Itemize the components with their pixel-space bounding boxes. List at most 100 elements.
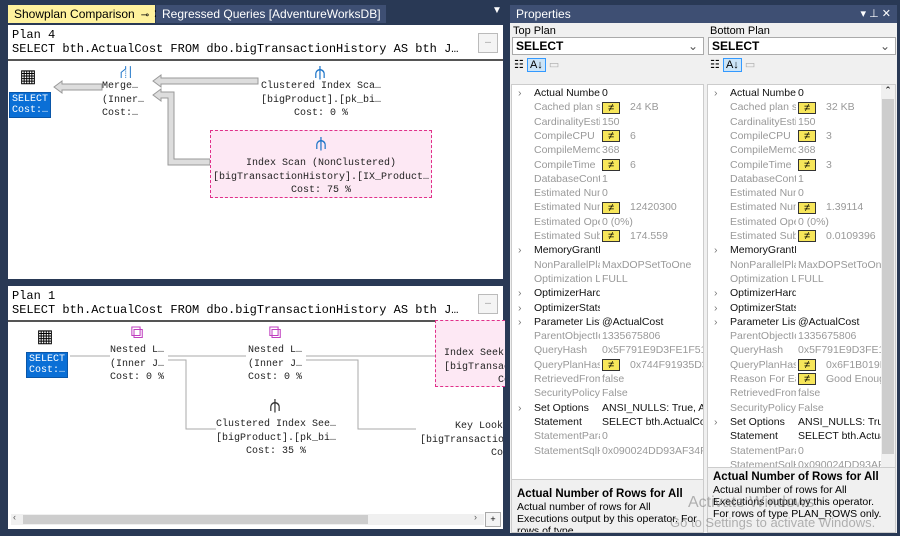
expand-chevron-icon[interactable]: › <box>714 86 718 100</box>
property-row[interactable]: CardinalityEstimationModelVersion150 <box>708 115 895 129</box>
property-name: SecurityPolicyApplied <box>534 387 600 400</box>
property-row[interactable]: › MemoryGrantInfo <box>512 243 703 257</box>
property-pages-icon[interactable]: ▭ <box>745 59 755 71</box>
property-row[interactable]: CompileTime ≠ 3 <box>708 158 895 172</box>
clustered-index-seek-node[interactable]: Clustered Index See… [bigProduct].[pk_bi…… <box>213 418 339 459</box>
categorized-icon[interactable]: ☷ <box>710 59 720 71</box>
property-row[interactable]: Estimated Subtree Cost≠174.559 <box>512 229 703 243</box>
property-row[interactable]: CardinalityEstimationModelVersion150 <box>512 115 703 129</box>
top-plan-label: Top Plan <box>513 25 556 37</box>
property-row[interactable]: Cached plan size≠32 KB <box>708 100 895 114</box>
property-row[interactable]: › Actual Number 0 <box>708 86 895 100</box>
property-row[interactable]: StatementParameterizationType0 <box>708 444 895 458</box>
top-plan-operator-select[interactable]: SELECT ⌄ <box>512 37 704 55</box>
index-scan-node[interactable]: ⫛ Index Scan (NonClustered) [bigTransacti… <box>210 130 432 198</box>
key-lookup-node[interactable]: Key Look [bigTransactio Co <box>420 420 503 461</box>
property-row[interactable]: SecurityPolicyAppliedFalse <box>708 401 895 415</box>
property-row[interactable]: RetrievedFromCachefalse <box>512 372 703 386</box>
expand-chevron-icon[interactable]: › <box>518 401 522 415</box>
property-row[interactable]: Estimated Number of Rows for All Executi… <box>512 200 703 214</box>
vertical-scrollbar[interactable]: ⌃ ⌄ <box>881 85 895 482</box>
expand-chevron-icon[interactable]: › <box>518 243 522 257</box>
zoom-button[interactable]: + <box>485 512 501 527</box>
pin-icon[interactable]: ⊥ <box>869 8 879 20</box>
property-row[interactable]: DatabaseContextSettingsId1 <box>708 172 895 186</box>
expand-chevron-icon[interactable]: › <box>518 86 522 100</box>
property-row[interactable]: Estimated Operator Cost0 (0%) <box>512 215 703 229</box>
property-row[interactable]: QueryPlanHash≠0x6F1B019D2 <box>708 358 895 372</box>
clustered-index-scan-node[interactable]: Clustered Index Sca… [bigProduct].[pk_bi…… <box>258 80 384 121</box>
property-name: Set Options <box>534 401 589 414</box>
property-row[interactable]: CompileTime ≠ 6 <box>512 158 703 172</box>
property-row[interactable]: QueryHash 0x5F791E9D3FE1F <box>708 343 895 357</box>
nested-loops-node[interactable]: Nested L… (Inner J… Cost: 0 % <box>110 344 164 385</box>
property-row[interactable]: › OptimizerHardwareDependentProperties <box>708 286 895 300</box>
alphabetical-icon[interactable]: A↓ <box>526 58 546 72</box>
tab-showplan-comparison[interactable]: Showplan Comparison⊸✕ <box>8 5 163 23</box>
alphabetical-icon[interactable]: A↓ <box>722 58 742 72</box>
expand-chevron-icon[interactable]: › <box>518 315 522 329</box>
select-node[interactable]: SELECT Cost:… <box>26 352 69 378</box>
property-row[interactable]: Estimated Operator Cost0 (0%) <box>708 215 895 229</box>
property-row[interactable]: StatementSqlHandle0x090024DD93AF34F9 <box>512 444 703 458</box>
property-row[interactable]: Optimization LevelFULL <box>708 272 895 286</box>
property-row[interactable]: › Set Options ANSI_NULLS: True <box>708 415 895 429</box>
property-row[interactable]: Estimated Subtree Cost≠0.0109396 <box>708 229 895 243</box>
expand-chevron-icon[interactable]: › <box>518 286 522 300</box>
expand-chevron-icon[interactable]: › <box>518 301 522 315</box>
pin-icon[interactable]: ⊸ <box>141 10 149 21</box>
property-row[interactable]: Estimated Number of Rows for All Executi… <box>708 200 895 214</box>
index-seek-node[interactable]: Index Seek[bigTransacCo <box>435 320 505 387</box>
tab-regressed-queries[interactable]: Regressed Queries [AdventureWorksDB] <box>156 5 386 23</box>
merge-join-node[interactable]: Merge… (Inner… Cost:… <box>102 80 144 121</box>
property-row[interactable]: › OptimizerStatsUsage <box>512 301 703 315</box>
property-row[interactable]: Estimated Number of Rows0 <box>512 186 703 200</box>
expand-chevron-icon[interactable]: › <box>714 301 718 315</box>
property-row[interactable]: › Actual Number 0 <box>512 86 703 100</box>
property-row[interactable]: › Set Options ANSI_NULLS: True, AN <box>512 401 703 415</box>
property-row[interactable]: QueryPlanHash≠0x744F91935D34 <box>512 358 703 372</box>
property-row[interactable]: ParentObjectId 1335675806 <box>708 329 895 343</box>
property-row[interactable]: Cached plan size≠24 KB <box>512 100 703 114</box>
scroll-right-icon[interactable]: › <box>474 512 477 522</box>
property-row[interactable]: NonParallelPlanReasonMaxDOPSetToOne <box>708 258 895 272</box>
property-row[interactable]: › OptimizerHardwareDependentProperties <box>512 286 703 300</box>
bottom-plan-operator-select[interactable]: SELECT ⌄ <box>708 37 896 55</box>
expand-chevron-icon[interactable]: › <box>714 315 718 329</box>
scrollbar-thumb[interactable] <box>23 515 368 524</box>
property-row[interactable]: RetrievedFromCachefalse <box>708 386 895 400</box>
select-node[interactable]: SELECT Cost:… <box>9 92 52 118</box>
property-row[interactable]: › Parameter List @ActualCost <box>512 315 703 329</box>
property-row[interactable]: Statement SELECT bth.Actual <box>708 429 895 443</box>
property-row[interactable]: Statement SELECT bth.ActualCost <box>512 415 703 429</box>
property-row[interactable]: QueryHash 0x5F791E9D3FE1F510 <box>512 343 703 357</box>
expand-chevron-icon[interactable]: › <box>714 286 718 300</box>
property-row[interactable]: NonParallelPlanReasonMaxDOPSetToOne <box>512 258 703 272</box>
scroll-up-icon[interactable]: ⌃ <box>881 85 895 96</box>
property-row[interactable]: Reason For Early Termination≠Good Enough <box>708 372 895 386</box>
categorized-icon[interactable]: ☷ <box>514 59 524 71</box>
property-row[interactable]: DatabaseContextSettingsId1 <box>512 172 703 186</box>
expand-chevron-icon[interactable]: › <box>714 415 718 429</box>
property-row[interactable]: Estimated Number of Rows0 <box>708 186 895 200</box>
property-row[interactable]: › Parameter List @ActualCost <box>708 315 895 329</box>
property-row[interactable]: ParentObjectId 1335675806 <box>512 329 703 343</box>
scroll-left-icon[interactable]: ‹ <box>13 512 16 522</box>
property-row[interactable]: › MemoryGrantInfo <box>708 243 895 257</box>
property-row[interactable]: Optimization LevelFULL <box>512 272 703 286</box>
property-row[interactable]: CompileMemory368 <box>708 143 895 157</box>
horizontal-scrollbar[interactable]: ‹ › <box>11 512 484 525</box>
property-row[interactable]: StatementParameterizationType0 <box>512 429 703 443</box>
scrollbar-thumb[interactable] <box>882 99 894 454</box>
property-row[interactable]: SecurityPolicyAppliedFalse <box>512 386 703 400</box>
nested-loops-node[interactable]: Nested L… (Inner J… Cost: 0 % <box>248 344 302 385</box>
property-row[interactable]: CompileCPU ≠ 6 <box>512 129 703 143</box>
property-row[interactable]: CompileCPU ≠ 3 <box>708 129 895 143</box>
expand-chevron-icon[interactable]: › <box>714 243 718 257</box>
close-icon[interactable]: ✕ <box>882 8 891 20</box>
property-row[interactable]: CompileMemory368 <box>512 143 703 157</box>
property-row[interactable]: › OptimizerStatsUsage <box>708 301 895 315</box>
property-pages-icon[interactable]: ▭ <box>549 59 559 71</box>
tab-overflow-icon[interactable]: ▼ <box>492 5 502 16</box>
dropdown-icon[interactable]: ▾ <box>861 8 867 20</box>
